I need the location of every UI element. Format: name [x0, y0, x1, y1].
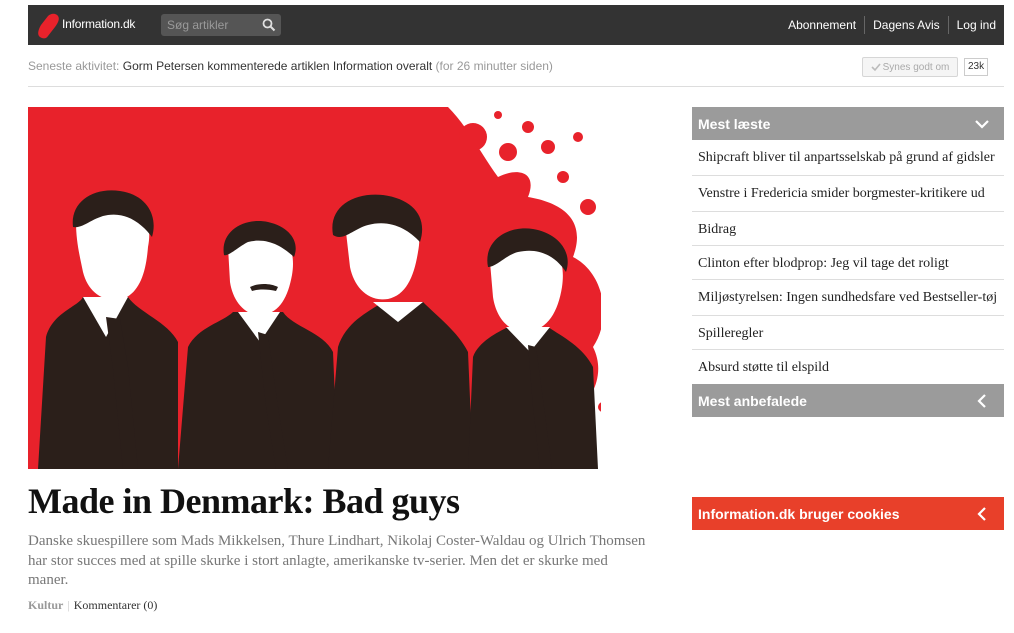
meta-divider: |	[67, 598, 70, 612]
most-read-list: Shipcraft bliver til anpartsselskab på g…	[692, 140, 1004, 384]
like-button[interactable]: Synes godt om	[862, 57, 958, 77]
article-lead: Danske skuespillere som Mads Mikkelsen, …	[28, 533, 646, 588]
check-icon	[871, 63, 881, 72]
cookie-notice-header[interactable]: Information.dk bruger cookies	[692, 497, 1004, 530]
most-recommended-header[interactable]: Mest anbefalede	[692, 384, 1004, 417]
search-icon[interactable]	[262, 18, 276, 32]
chevron-down-icon[interactable]	[974, 116, 990, 132]
sidebar: Mest læste Shipcraft bliver til anpartss…	[692, 107, 1004, 417]
list-item[interactable]: Venstre i Fredericia smider borgmester-k…	[692, 176, 1004, 212]
cookie-title: Information.dk bruger cookies	[698, 505, 900, 522]
activity-prefix: Seneste aktivitet:	[28, 59, 120, 73]
nav-dagens-avis[interactable]: Dagens Avis	[865, 17, 948, 33]
list-item[interactable]: Clinton efter blodprop: Jeg vil tage det…	[692, 246, 1004, 280]
like-label: Synes godt om	[882, 61, 950, 73]
most-read-title: Mest læste	[698, 115, 771, 132]
header-divider	[28, 86, 1004, 87]
most-recommended-title: Mest anbefalede	[698, 392, 807, 409]
most-read-header[interactable]: Mest læste	[692, 107, 1004, 140]
chevron-left-icon[interactable]	[974, 393, 990, 409]
like-count: 23k	[964, 58, 989, 76]
latest-activity: Seneste aktivitet: Gorm Petersen komment…	[28, 59, 553, 73]
activity-time: (for 26 minutter siden)	[435, 59, 553, 73]
list-item[interactable]: Miljøstyrelsen: Ingen sundhedsfare ved B…	[692, 280, 1004, 316]
top-nav: Abonnement Dagens Avis Log ind	[780, 5, 1004, 45]
site-name[interactable]: Information.dk	[62, 17, 135, 31]
nav-abonnement[interactable]: Abonnement	[780, 17, 864, 33]
chevron-left-icon[interactable]	[974, 506, 990, 522]
article-title[interactable]: Made in Denmark: Bad guys	[28, 480, 460, 522]
activity-link[interactable]: Gorm Petersen kommenterede artiklen Info…	[123, 59, 432, 73]
article-meta: Kultur | Kommentarer (0)	[28, 598, 157, 613]
search-input[interactable]	[161, 14, 261, 36]
list-item[interactable]: Absurd støtte til elspild	[692, 350, 1004, 384]
nav-log-ind[interactable]: Log ind	[949, 17, 1004, 33]
information-logo-icon[interactable]	[36, 13, 60, 39]
comments-link[interactable]: Kommentarer (0)	[74, 598, 158, 612]
article-hero-image[interactable]	[28, 107, 601, 469]
list-item[interactable]: Bidrag	[692, 212, 1004, 246]
search-box	[161, 14, 281, 36]
article-category[interactable]: Kultur	[28, 598, 63, 612]
list-item[interactable]: Shipcraft bliver til anpartsselskab på g…	[692, 140, 1004, 176]
top-navigation-bar: Information.dk Abonnement Dagens Avis Lo…	[28, 5, 1004, 45]
list-item[interactable]: Spilleregler	[692, 316, 1004, 350]
